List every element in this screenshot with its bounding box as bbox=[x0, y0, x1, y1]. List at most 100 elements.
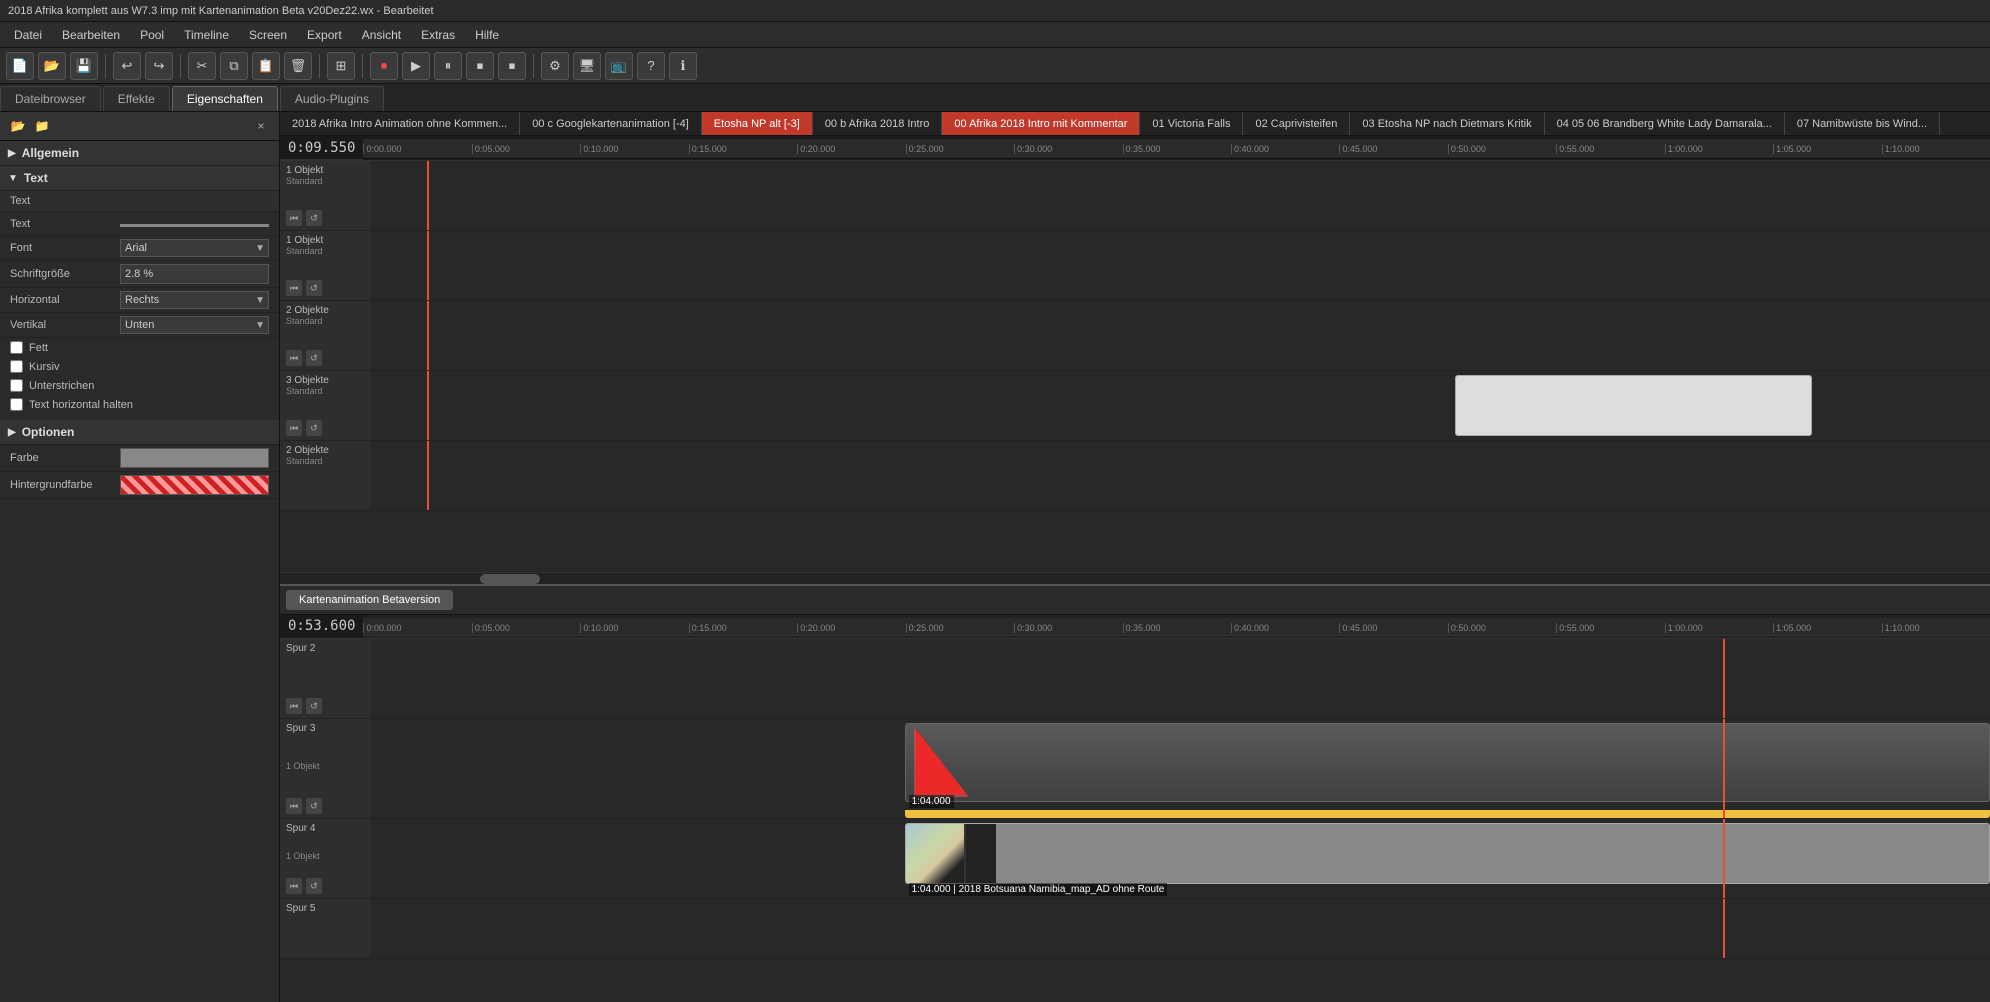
fett-checkbox[interactable] bbox=[10, 341, 23, 354]
info-button[interactable]: ℹ bbox=[669, 52, 697, 80]
menu-pool[interactable]: Pool bbox=[130, 26, 174, 44]
grid-button[interactable]: ⊞ bbox=[327, 52, 355, 80]
vertikal-value-wrap: Unten ▼ bbox=[120, 316, 269, 334]
clip-tab-4[interactable]: 00 Afrika 2018 Intro mit Kommentar bbox=[942, 112, 1140, 135]
font-select-wrap[interactable]: Arial ▼ bbox=[120, 239, 269, 257]
clip-tab-9[interactable]: 07 Namibwüste bis Wind... bbox=[1785, 112, 1940, 135]
kursiv-checkbox[interactable] bbox=[10, 360, 23, 373]
track-3-loop[interactable]: ↺ bbox=[306, 350, 322, 366]
hintergrundfarbe-swatch[interactable] bbox=[120, 475, 269, 495]
brm2: 0:10.000 bbox=[580, 623, 688, 633]
save-button[interactable]: 💾 bbox=[70, 52, 98, 80]
paste-button[interactable]: 📋 bbox=[252, 52, 280, 80]
help-button[interactable]: ? bbox=[637, 52, 665, 80]
clip-tab-1[interactable]: 00 c Googlekartenanimation [-4] bbox=[520, 112, 702, 135]
horizontal-dropdown-arrow-icon[interactable]: ▼ bbox=[255, 295, 268, 306]
menu-screen[interactable]: Screen bbox=[239, 26, 297, 44]
rm4: 0:20.000 bbox=[797, 144, 905, 154]
fett-row: Fett bbox=[0, 338, 279, 357]
menu-hilfe[interactable]: Hilfe bbox=[465, 26, 509, 44]
close-panel-button[interactable]: × bbox=[251, 116, 271, 136]
copy-button[interactable]: ⧉ bbox=[220, 52, 248, 80]
stop2-button[interactable]: ⏹ bbox=[498, 52, 526, 80]
clip-tab-5[interactable]: 01 Victoria Falls bbox=[1140, 112, 1243, 135]
menu-extras[interactable]: Extras bbox=[411, 26, 465, 44]
tab-effekte[interactable]: Effekte bbox=[103, 86, 170, 111]
text-horizontal-checkbox[interactable] bbox=[10, 398, 23, 411]
pause-button[interactable]: ⏸ bbox=[434, 52, 462, 80]
spur4-map-clip[interactable] bbox=[905, 823, 1990, 884]
spur4-rewind[interactable]: ⏮ bbox=[286, 878, 302, 894]
spur2-rewind[interactable]: ⏮ bbox=[286, 698, 302, 714]
clip-block-4[interactable] bbox=[1455, 375, 1811, 436]
folder-open-icon[interactable]: 📂 bbox=[8, 116, 28, 136]
delete-button[interactable]: 🗑 bbox=[284, 52, 312, 80]
top-scrollbar[interactable] bbox=[280, 572, 1990, 584]
tab-audio-plugins[interactable]: Audio-Plugins bbox=[280, 86, 384, 111]
unterstrichen-checkbox[interactable] bbox=[10, 379, 23, 392]
track-1-loop[interactable]: ↺ bbox=[306, 210, 322, 226]
clip-tab-6[interactable]: 02 Caprivisteifen bbox=[1243, 112, 1350, 135]
monitor2-button[interactable]: 📺 bbox=[605, 52, 633, 80]
spur3-red-clip[interactable] bbox=[905, 723, 1990, 802]
clip-tab-8[interactable]: 04 05 06 Brandberg White Lady Damarala..… bbox=[1545, 112, 1785, 135]
rm1: 0:05.000 bbox=[472, 144, 580, 154]
play-button[interactable]: ▶ bbox=[402, 52, 430, 80]
folder-new-icon[interactable]: 📁 bbox=[32, 116, 52, 136]
clip-tab-3[interactable]: 00 b Afrika 2018 Intro bbox=[813, 112, 943, 135]
track-4-loop[interactable]: ↺ bbox=[306, 420, 322, 436]
vertikal-dropdown-arrow-icon[interactable]: ▼ bbox=[255, 320, 268, 331]
font-value-wrap: Arial ▼ bbox=[120, 239, 269, 257]
section-optionen[interactable]: ▶ Optionen bbox=[0, 420, 279, 445]
bottom-tab-kartenanimation[interactable]: Kartenanimation Betaversion bbox=[286, 590, 453, 610]
record-button[interactable]: ⏺ bbox=[370, 52, 398, 80]
section-allgemein[interactable]: ▶ Allgemein bbox=[0, 141, 279, 166]
cut-button[interactable]: ✂ bbox=[188, 52, 216, 80]
open-button[interactable]: 📂 bbox=[38, 52, 66, 80]
schriftgroesse-input[interactable]: 2.8 % bbox=[120, 264, 269, 284]
undo-button[interactable]: ↩ bbox=[113, 52, 141, 80]
sep1 bbox=[105, 54, 106, 78]
tab-dateibrowser[interactable]: Dateibrowser bbox=[0, 86, 101, 111]
tab-eigenschaften[interactable]: Eigenschaften bbox=[172, 86, 278, 111]
menu-datei[interactable]: Datei bbox=[4, 26, 52, 44]
horizontal-select-wrap[interactable]: Rechts ▼ bbox=[120, 291, 269, 309]
new-button[interactable]: 📄 bbox=[6, 52, 34, 80]
monitor-button[interactable]: 🖥 bbox=[573, 52, 601, 80]
clip-tab-0[interactable]: 2018 Afrika Intro Animation ohne Kommen.… bbox=[280, 112, 520, 135]
rm8: 0:40.000 bbox=[1231, 144, 1339, 154]
clip-tab-7[interactable]: 03 Etosha NP nach Dietmars Kritik bbox=[1350, 112, 1544, 135]
brm11: 0:55.000 bbox=[1556, 623, 1664, 633]
text-horizontal-row: Text horizontal halten bbox=[0, 395, 279, 414]
menu-timeline[interactable]: Timeline bbox=[174, 26, 239, 44]
stop-button[interactable]: ⏹ bbox=[466, 52, 494, 80]
spur4-loop[interactable]: ↺ bbox=[306, 878, 322, 894]
track-3-rewind[interactable]: ⏮ bbox=[286, 350, 302, 366]
menu-ansicht[interactable]: Ansicht bbox=[352, 26, 411, 44]
clip-tab-2[interactable]: Etosha NP alt [-3] bbox=[702, 112, 813, 135]
track-2-loop[interactable]: ↺ bbox=[306, 280, 322, 296]
spur2-label: Spur 2 ⏮ ↺ bbox=[280, 639, 370, 718]
track-5-title: 2 Objekte Standard bbox=[286, 445, 363, 466]
menu-export[interactable]: Export bbox=[297, 26, 352, 44]
settings-button[interactable]: ⚙ bbox=[541, 52, 569, 80]
spur3-loop[interactable]: ↺ bbox=[306, 798, 322, 814]
track-4-rewind[interactable]: ⏮ bbox=[286, 420, 302, 436]
redo-button[interactable]: ↪ bbox=[145, 52, 173, 80]
font-value: Arial bbox=[121, 240, 255, 256]
spur3-rewind[interactable]: ⏮ bbox=[286, 798, 302, 814]
section-text[interactable]: ▼ Text bbox=[0, 166, 279, 191]
brm5: 0:25.000 bbox=[906, 623, 1014, 633]
track-2-rewind[interactable]: ⏮ bbox=[286, 280, 302, 296]
spur5-label: Spur 5 bbox=[280, 899, 370, 958]
top-scroll-thumb[interactable] bbox=[480, 574, 540, 584]
farbe-prop-row: Farbe bbox=[0, 445, 279, 472]
menu-bearbeiten[interactable]: Bearbeiten bbox=[52, 26, 130, 44]
font-dropdown-arrow-icon[interactable]: ▼ bbox=[255, 243, 268, 254]
farbe-swatch[interactable] bbox=[120, 448, 269, 468]
track-1-rewind[interactable]: ⏮ bbox=[286, 210, 302, 226]
horizontal-value-wrap: Rechts ▼ bbox=[120, 291, 269, 309]
vertikal-select-wrap[interactable]: Unten ▼ bbox=[120, 316, 269, 334]
spur2-content bbox=[370, 639, 1990, 718]
spur2-loop[interactable]: ↺ bbox=[306, 698, 322, 714]
